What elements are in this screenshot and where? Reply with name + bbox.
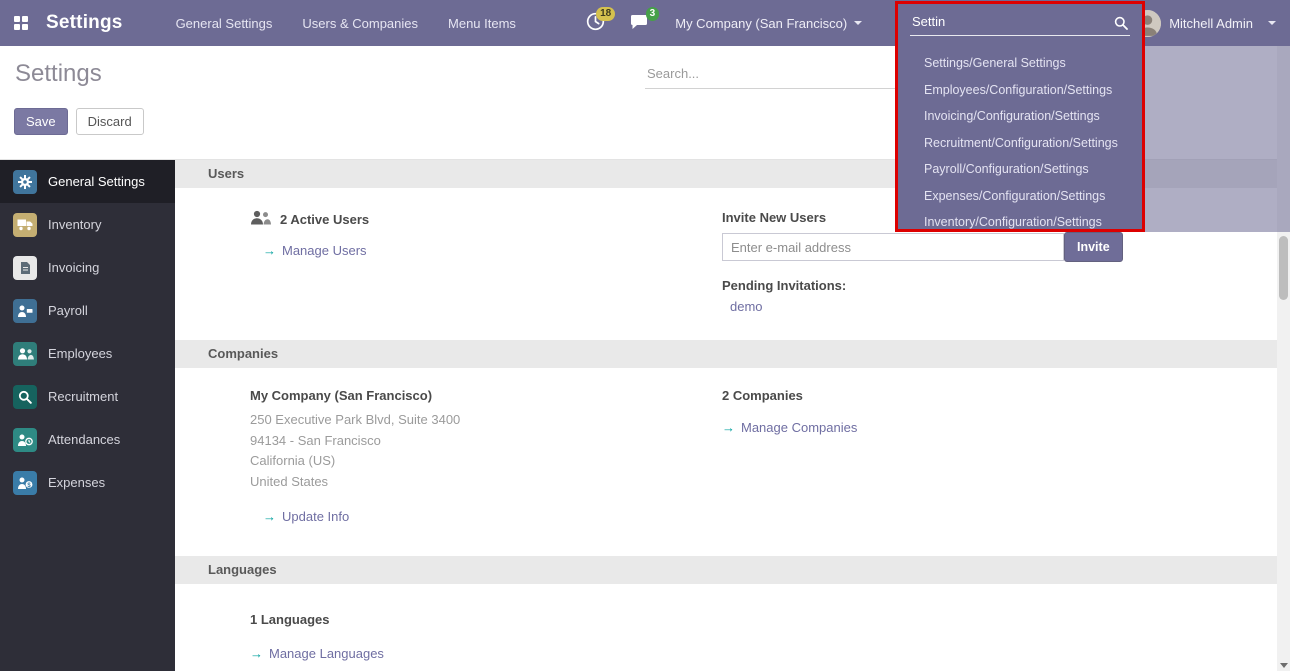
company-name: My Company (San Francisco)	[250, 388, 722, 403]
arrow-right-icon: →	[263, 243, 276, 258]
search-icon[interactable]	[1114, 16, 1128, 33]
activity-count-badge: 18	[596, 7, 615, 21]
company-address-line: 94134 - San Francisco	[250, 431, 722, 452]
sidebar-item-recruitment[interactable]: Recruitment	[0, 375, 175, 418]
section-header-languages: Languages	[175, 556, 1277, 584]
arrow-right-icon: →	[722, 420, 735, 435]
manage-languages-link[interactable]: → Manage Languages	[250, 646, 722, 661]
sidebar-item-employees[interactable]: Employees	[0, 332, 175, 375]
company-address-line: California (US)	[250, 451, 722, 472]
activities-button[interactable]: 18	[573, 0, 617, 46]
arrow-right-icon: →	[263, 509, 276, 524]
expenses-icon: $	[13, 471, 37, 495]
invite-button[interactable]: Invite	[1064, 232, 1123, 262]
payroll-icon	[13, 299, 37, 323]
employees-icon	[13, 342, 37, 366]
scrollbar-down-arrow-icon[interactable]	[1280, 663, 1288, 668]
languages-count: 1 Languages	[250, 612, 722, 627]
page-title: Settings	[15, 60, 102, 88]
active-users-count: 2 Active Users	[280, 212, 369, 227]
apps-grid-glyph	[14, 16, 28, 30]
pending-invitations-title: Pending Invitations:	[722, 278, 1277, 293]
sidebar-item-label: Attendances	[48, 432, 120, 447]
sidebar-item-label: General Settings	[48, 174, 145, 189]
settings-content: Users 2 Active Users → Manage Users Invi…	[175, 160, 1277, 671]
search-result-item[interactable]: Employees/Configuration/Settings	[898, 77, 1142, 104]
gear-icon	[13, 170, 37, 194]
sidebar-item-inventory[interactable]: Inventory	[0, 203, 175, 246]
section-header-companies: Companies	[175, 340, 1277, 368]
user-menu[interactable]: Mitchell Admin	[1128, 0, 1290, 46]
arrow-right-icon: →	[250, 646, 263, 661]
invite-email-input[interactable]	[722, 233, 1064, 261]
company-switcher-label: My Company (San Francisco)	[675, 16, 847, 31]
message-count-badge: 3	[646, 7, 660, 21]
sidebar-item-general-settings[interactable]: General Settings	[0, 160, 175, 203]
main-area: General Settings Inventory Invoicing Pay…	[0, 160, 1277, 671]
save-button[interactable]: Save	[14, 108, 68, 135]
discard-button[interactable]: Discard	[76, 108, 144, 135]
users-group-icon	[250, 210, 271, 228]
chevron-down-icon	[854, 21, 862, 25]
search-result-item[interactable]: Inventory/Configuration/Settings	[898, 209, 1142, 236]
chevron-down-icon	[1268, 21, 1276, 25]
nav-menu-menu-items[interactable]: Menu Items	[433, 0, 531, 46]
search-result-item[interactable]: Invoicing/Configuration/Settings	[898, 103, 1142, 130]
sidebar-item-label: Inventory	[48, 217, 101, 232]
manage-languages-label: Manage Languages	[269, 646, 384, 661]
recruitment-icon	[13, 385, 37, 409]
dropdown-backdrop	[1145, 46, 1290, 232]
invoice-icon	[13, 256, 37, 280]
nav-menu-users-companies[interactable]: Users & Companies	[287, 0, 433, 46]
search-result-item[interactable]: Payroll/Configuration/Settings	[898, 156, 1142, 183]
sidebar-item-label: Invoicing	[48, 260, 99, 275]
user-name: Mitchell Admin	[1169, 16, 1253, 31]
manage-companies-link[interactable]: → Manage Companies	[722, 420, 1277, 435]
scrollbar-thumb[interactable]	[1279, 236, 1288, 300]
sidebar-item-expenses[interactable]: $ Expenses	[0, 461, 175, 504]
sidebar-item-payroll[interactable]: Payroll	[0, 289, 175, 332]
form-buttons: Save Discard	[14, 108, 144, 135]
company-switcher[interactable]: My Company (San Francisco)	[661, 0, 876, 46]
menu-search-input[interactable]	[910, 12, 1130, 36]
update-info-link[interactable]: → Update Info	[263, 509, 722, 524]
menu-search-dropdown: Settings/General Settings Employees/Conf…	[895, 1, 1145, 232]
manage-companies-label: Manage Companies	[741, 420, 857, 435]
sidebar-item-invoicing[interactable]: Invoicing	[0, 246, 175, 289]
settings-sidebar: General Settings Inventory Invoicing Pay…	[0, 160, 175, 671]
attendance-icon	[13, 428, 37, 452]
nav-menu-general-settings[interactable]: General Settings	[161, 0, 288, 46]
manage-users-link[interactable]: → Manage Users	[263, 243, 722, 258]
apps-grid-icon[interactable]	[6, 0, 36, 46]
update-info-label: Update Info	[282, 509, 349, 524]
sidebar-item-label: Payroll	[48, 303, 88, 318]
sidebar-item-label: Expenses	[48, 475, 105, 490]
app-title[interactable]: Settings	[46, 12, 123, 34]
pending-invitation-demo-link[interactable]: demo	[730, 299, 1277, 314]
company-address-line: 250 Executive Park Blvd, Suite 3400	[250, 410, 722, 431]
sidebar-item-label: Employees	[48, 346, 112, 361]
manage-users-label: Manage Users	[282, 243, 367, 258]
companies-count: 2 Companies	[722, 388, 1277, 403]
sidebar-item-attendances[interactable]: Attendances	[0, 418, 175, 461]
search-result-item[interactable]: Settings/General Settings	[898, 50, 1142, 77]
company-address-line: United States	[250, 472, 722, 493]
sidebar-item-label: Recruitment	[48, 389, 118, 404]
truck-icon	[13, 213, 37, 237]
messages-button[interactable]: 3	[617, 0, 661, 46]
search-result-item[interactable]: Recruitment/Configuration/Settings	[898, 130, 1142, 157]
search-result-item[interactable]: Expenses/Configuration/Settings	[898, 183, 1142, 210]
